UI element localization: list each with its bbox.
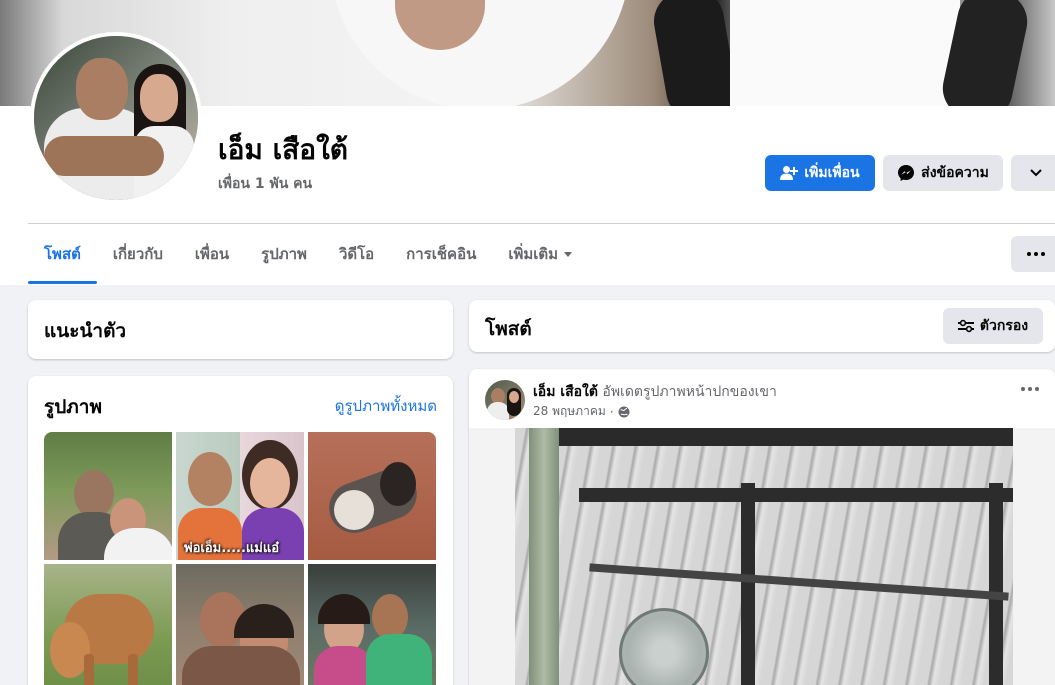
post-card: เอ็ม เสือใต้ อัพเดตรูปภาพหน้าปกของเขา 28… <box>469 369 1055 685</box>
profile-header: เอ็ม เสือใต้ เพื่อน 1 พัน คน เพิ่มเพื่อน… <box>0 0 1055 285</box>
photo-thumbnail[interactable]: พ่อเอ็ม.....แม่แอ๋ <box>176 432 304 560</box>
post-image-detail <box>559 428 1013 446</box>
photos-card: รูปภาพ ดูรูปภาพทั้งหมด พ่อเอ็ม.....แม่แอ… <box>28 376 453 685</box>
tab-check-ins[interactable]: การเช็คอิน <box>390 224 492 284</box>
post-date[interactable]: 28 พฤษภาคม <box>533 402 606 421</box>
tab-more[interactable]: เพิ่มเติม <box>492 224 588 284</box>
tabs-overflow-button[interactable] <box>1011 236 1055 272</box>
see-all-photos-link[interactable]: ดูรูปภาพทั้งหมด <box>335 394 437 418</box>
post-image-detail <box>579 488 1013 502</box>
more-options-button[interactable] <box>1011 155 1055 191</box>
photo-thumbnail[interactable] <box>44 564 172 685</box>
filter-button[interactable]: ตัวกรอง <box>943 308 1043 344</box>
post-image-detail <box>529 428 559 685</box>
profile-tabs: โพสต์ เกี่ยวกับ เพื่อน รูปภาพ วิดีโอ การ… <box>28 224 588 284</box>
chevron-down-icon <box>1030 169 1042 177</box>
photo-thumbnail[interactable] <box>176 564 304 685</box>
friends-count[interactable]: เพื่อน 1 พัน คน <box>218 173 312 195</box>
post-meta: 28 พฤษภาคม · <box>533 402 630 421</box>
photos-title[interactable]: รูปภาพ <box>44 392 102 422</box>
tab-label: เพื่อน <box>194 245 230 263</box>
post-action-text: อัพเดตรูปภาพหน้าปกของเขา <box>602 384 777 400</box>
post-image[interactable] <box>469 428 1055 685</box>
three-dots-icon <box>1021 387 1039 391</box>
tab-label: เกี่ยวกับ <box>112 245 163 263</box>
tab-label: เพิ่มเติม <box>508 245 559 263</box>
globe-icon[interactable] <box>618 406 630 418</box>
sliders-icon <box>957 319 974 333</box>
cover-photo-detail <box>649 0 741 106</box>
post-image-detail <box>515 428 1013 685</box>
tab-label: รูปภาพ <box>261 245 307 263</box>
post-image-detail <box>1013 428 1055 685</box>
post-options-button[interactable] <box>1021 387 1039 391</box>
message-label: ส่งข้อความ <box>921 165 989 181</box>
tab-videos[interactable]: วิดีโอ <box>323 224 390 284</box>
posts-header-card: โพสต์ ตัวกรอง <box>469 300 1055 352</box>
photo-thumbnail[interactable] <box>308 432 436 560</box>
meta-separator: · <box>609 404 614 419</box>
tab-label: วิดีโอ <box>338 245 375 263</box>
tab-about[interactable]: เกี่ยวกับ <box>97 224 179 284</box>
caret-down-icon <box>564 251 573 257</box>
post-image-detail <box>469 428 515 685</box>
posts-title: โพสต์ <box>485 318 532 340</box>
profile-picture-image <box>34 36 198 200</box>
three-dots-icon <box>1027 252 1045 256</box>
cover-photo-detail <box>730 0 960 106</box>
profile-name: เอ็ม เสือใต้ <box>218 133 348 166</box>
post-image-detail <box>989 483 1003 685</box>
filter-label: ตัวกรอง <box>979 318 1029 334</box>
photos-grid: พ่อเอ็ม.....แม่แอ๋ <box>44 432 437 685</box>
tab-photos[interactable]: รูปภาพ <box>245 224 323 284</box>
intro-card: แนะนำตัว <box>28 300 453 359</box>
tab-friends[interactable]: เพื่อน <box>179 224 245 284</box>
post-image-detail <box>741 483 755 685</box>
photo-thumbnail[interactable] <box>44 432 172 560</box>
post-author-avatar[interactable] <box>485 380 525 420</box>
photo-caption: พ่อเอ็ม.....แม่แอ๋ <box>184 541 280 556</box>
tab-posts[interactable]: โพสต์ <box>28 224 97 284</box>
message-button[interactable]: ส่งข้อความ <box>883 155 1003 191</box>
profile-picture-detail <box>44 136 164 176</box>
tab-label: การเช็คอิน <box>406 245 477 263</box>
photo-thumbnail[interactable] <box>308 564 436 685</box>
add-friend-button[interactable]: เพิ่มเพื่อน <box>765 155 875 191</box>
post-author-name[interactable]: เอ็ม เสือใต้ <box>533 384 598 400</box>
post-header-line: เอ็ม เสือใต้ อัพเดตรูปภาพหน้าปกของเขา <box>533 381 777 403</box>
messenger-icon <box>898 165 915 181</box>
profile-picture-detail <box>76 58 128 120</box>
profile-picture[interactable] <box>30 32 202 204</box>
intro-title: แนะนำตัว <box>44 320 127 342</box>
tab-label: โพสต์ <box>44 245 81 263</box>
profile-picture-detail <box>140 74 178 122</box>
person-plus-icon <box>780 166 799 180</box>
add-friend-label: เพิ่มเพื่อน <box>804 165 860 181</box>
